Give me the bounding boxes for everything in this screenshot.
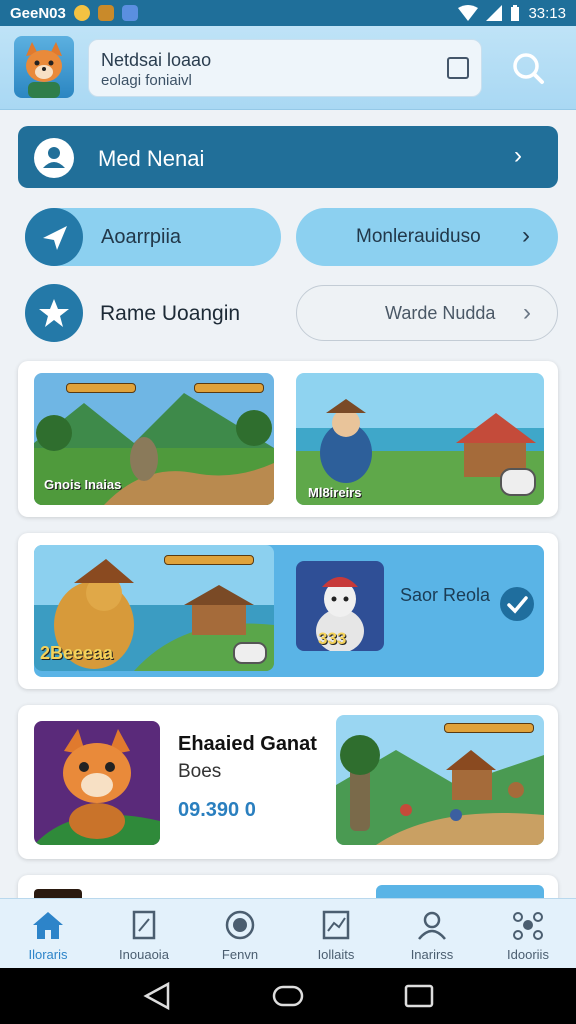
search-button[interactable]: [504, 44, 552, 92]
notification-icon: [73, 5, 90, 21]
clock: 33:13: [528, 4, 566, 22]
chevron-right-icon: ›: [523, 299, 531, 326]
globe-icon: [225, 910, 255, 940]
profile-avatar[interactable]: [14, 36, 74, 98]
nav-item-friends[interactable]: Inarirss: [384, 899, 480, 968]
battery-icon: [511, 5, 520, 21]
game-thumbnail[interactable]: Gnois Inaias: [34, 373, 274, 505]
nav-label: Idooriis: [507, 947, 549, 962]
search-title: Netdsai loaao: [101, 50, 212, 70]
health-bar: [66, 383, 136, 393]
chart-icon: [322, 910, 350, 940]
nav-label: Fenvn: [221, 947, 259, 962]
users-icon: [418, 911, 446, 940]
thumbnail-caption: Ml8ireirs: [308, 485, 362, 500]
character-number: 333: [318, 629, 347, 648]
app-header: Netdsai loaao eolagi foniaivl: [0, 26, 576, 110]
home-icon: [33, 912, 63, 939]
game-card[interactable]: Ehaaied Ganat Boes 09.390 0: [18, 705, 558, 859]
app-notification-icon: [97, 5, 114, 21]
row3-pill-label: Warde Nudda: [385, 303, 496, 323]
main-menu-label: Med Nenai: [98, 146, 205, 171]
back-icon[interactable]: [143, 981, 170, 1011]
character-portrait[interactable]: 333: [296, 561, 384, 651]
nav-item-explore[interactable]: Fenvn: [192, 899, 288, 968]
nav-label: Iloraris: [28, 947, 68, 962]
search-field[interactable]: Netdsai loaao eolagi foniaivl: [88, 39, 482, 97]
message-notification-icon: [121, 5, 138, 21]
search-icon: [513, 53, 544, 84]
pill-button-left[interactable]: Aoarrpiia: [25, 208, 281, 266]
nav-label: Inouaoia: [119, 947, 169, 962]
game-subtitle: Boes: [178, 761, 222, 782]
game-card-selected[interactable]: 2Beeeaa 333 Saor Reola: [18, 533, 558, 689]
game-price: 09.390 0: [178, 799, 256, 821]
recents-icon[interactable]: [404, 984, 434, 1008]
user-icon: [34, 138, 74, 178]
nav-label: Iollaits: [317, 947, 355, 962]
card-label: Saor Reola: [400, 585, 491, 605]
row3-label[interactable]: Rame Uoangin: [100, 302, 240, 326]
thumbnail-caption: Gnois Inaias: [44, 477, 122, 492]
bottom-navigation: Iloraris Inouaoia Fenvn Iollaits Inarirs…: [0, 898, 576, 968]
score-bar: [194, 383, 264, 393]
send-icon: [25, 208, 83, 266]
edit-icon[interactable]: [447, 57, 469, 79]
system-navigation-bar: [0, 968, 576, 1024]
wifi-icon: [458, 5, 479, 21]
score-bar: [444, 723, 534, 733]
game-thumbnail[interactable]: [336, 715, 544, 845]
carrier-label: GeeN03: [10, 4, 66, 22]
chevron-right-icon: ›: [522, 222, 530, 249]
game-title: Ehaaied Ganat: [178, 733, 317, 755]
main-menu-button[interactable]: Med Nenai ›: [18, 126, 558, 188]
game-icon[interactable]: [34, 721, 160, 845]
score-bar: [164, 555, 254, 565]
star-icon[interactable]: [25, 284, 83, 342]
status-bar: GeeN03 33:13: [0, 0, 576, 26]
home-button-icon[interactable]: [272, 985, 304, 1007]
book-icon: [132, 910, 156, 940]
nav-item-home[interactable]: Iloraris: [0, 899, 96, 968]
pill-left-label: Aoarrpiia: [101, 226, 182, 248]
thumbnail-caption: 2Beeeaa: [40, 643, 114, 663]
chevron-right-icon: ›: [514, 142, 522, 169]
nav-label: Inarirss: [410, 947, 454, 962]
pill-button-outline[interactable]: Warde Nudda ›: [296, 285, 558, 341]
network-icon: [513, 912, 543, 940]
game-card[interactable]: Gnois Inaias Ml8ireirs: [18, 361, 558, 517]
game-thumbnail[interactable]: 2Beeeaa: [34, 545, 274, 671]
game-thumbnail[interactable]: Ml8ireirs: [296, 373, 544, 505]
checkmark-icon[interactable]: [500, 587, 534, 621]
nav-item-stats[interactable]: Iollaits: [288, 899, 384, 968]
nav-item-library[interactable]: Inouaoia: [96, 899, 192, 968]
pill-right-label: Monlerauiduso: [356, 226, 481, 247]
search-subtitle: eolagi foniaivl: [101, 72, 192, 89]
signal-icon: [486, 5, 503, 21]
nav-item-network[interactable]: Idooriis: [480, 899, 576, 968]
pill-button-right[interactable]: Monlerauiduso ›: [296, 208, 558, 266]
